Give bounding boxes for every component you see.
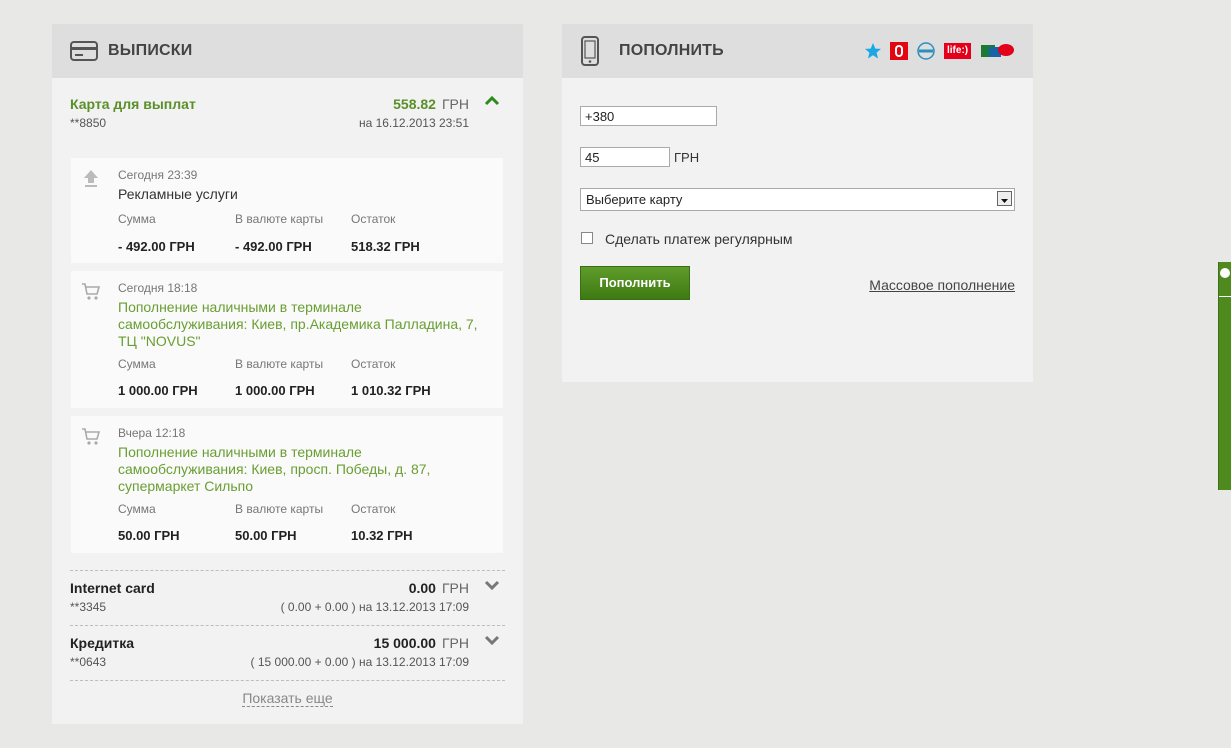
- side-feedback-tab[interactable]: [1218, 262, 1231, 490]
- statements-title: ВЫПИСКИ: [108, 42, 193, 59]
- card-number: **3345: [70, 600, 107, 614]
- balance-label: Остаток: [351, 212, 396, 226]
- mts-logo: [890, 42, 908, 60]
- topup-title: ПОПОЛНИТЬ: [619, 42, 724, 59]
- regular-payment-checkbox[interactable]: [581, 232, 593, 244]
- card-currency-label: В валюте карты: [235, 212, 324, 226]
- card-select-value: Выберите карту: [586, 192, 683, 207]
- side-tab-divider: [1219, 296, 1231, 297]
- card-currency-value: - 492.00 ГРН: [235, 239, 312, 254]
- transaction-time: Вчера 12:18: [118, 426, 186, 440]
- transaction-time: Сегодня 23:39: [118, 168, 198, 182]
- statements-panel: ВЫПИСКИ Карта для выплат **8850 558.82 ГР…: [52, 24, 523, 724]
- transaction-time: Сегодня 18:18: [118, 281, 198, 295]
- balance-value: 1 010.32 ГРН: [351, 383, 431, 398]
- close-icon[interactable]: [1220, 268, 1230, 278]
- transaction-description[interactable]: Пополнение наличными в терминале самообс…: [118, 299, 493, 350]
- show-more: Показать еще: [52, 690, 523, 707]
- chevron-up-icon[interactable]: [483, 92, 501, 110]
- divider: [70, 680, 505, 681]
- statements-header: ВЫПИСКИ: [52, 24, 523, 78]
- chevron-down-icon[interactable]: [483, 576, 501, 594]
- amount-input[interactable]: [580, 147, 670, 167]
- card-select[interactable]: Выберите карту: [580, 188, 1015, 211]
- dropdown-arrow-icon[interactable]: [997, 191, 1012, 206]
- chevron-down-icon[interactable]: [483, 631, 501, 649]
- sum-value: - 492.00 ГРН: [118, 239, 195, 254]
- card-currency-label: В валюте карты: [235, 502, 324, 516]
- amount-currency: ГРН: [674, 150, 700, 165]
- transaction-description[interactable]: Пополнение наличными в терминале самообс…: [118, 444, 493, 495]
- regular-payment-label: Сделать платеж регулярным: [605, 231, 793, 247]
- card-balance: 558.82 ГРН: [393, 96, 469, 112]
- card-currency-label: В валюте карты: [235, 357, 324, 371]
- upload-icon: [81, 168, 101, 188]
- transaction-item: Вчера 12:18 Пополнение наличными в терми…: [71, 416, 503, 553]
- card-number: **0643: [70, 655, 107, 669]
- balance-label: Остаток: [351, 357, 396, 371]
- sum-label: Сумма: [118, 212, 156, 226]
- topup-header: ПОПОЛНИТЬ life:): [562, 24, 1033, 78]
- card-number: **8850: [70, 116, 107, 130]
- sum-value: 50.00 ГРН: [118, 528, 180, 543]
- card-name[interactable]: Internet card: [70, 580, 155, 596]
- sum-label: Сумма: [118, 502, 156, 516]
- card-currency-value: 50.00 ГРН: [235, 528, 297, 543]
- operator-logos: life:): [864, 42, 1015, 60]
- card-row-credit[interactable]: Кредитка **0643 15 000.00 ГРН ( 15 000.00…: [52, 617, 523, 672]
- card-name[interactable]: Карта для выплат: [70, 96, 196, 112]
- cart-icon: [81, 426, 101, 446]
- card-date: ( 15 000.00 + 0.00 ) на 13.12.2013 17:09: [250, 655, 469, 669]
- life-logo: life:): [944, 43, 972, 59]
- card-balance: 15 000.00 ГРН: [373, 635, 469, 651]
- card-currency-value: 1 000.00 ГРН: [235, 383, 315, 398]
- card-date: на 16.12.2013 23:51: [358, 116, 469, 130]
- phone-input[interactable]: [580, 106, 717, 126]
- card-icon: [70, 41, 98, 61]
- transaction-description: Рекламные услуги: [118, 186, 238, 202]
- card-row-internet[interactable]: Internet card **3345 0.00 ГРН ( 0.00 + 0.…: [52, 562, 523, 617]
- show-more-link[interactable]: Показать еще: [242, 690, 333, 707]
- card-row-active[interactable]: Карта для выплат **8850 558.82 ГРН на 16.…: [52, 78, 523, 133]
- card-date: ( 0.00 + 0.00 ) на 13.12.2013 17:09: [280, 600, 469, 614]
- balance-value: 518.32 ГРН: [351, 239, 420, 254]
- sum-value: 1 000.00 ГРН: [118, 383, 198, 398]
- transaction-item: Сегодня 23:39 Рекламные услуги Сумма В в…: [71, 158, 503, 263]
- beeline-logo: [981, 42, 1015, 60]
- kyivstar-logo: [864, 42, 882, 60]
- topup-button[interactable]: Пополнить: [580, 266, 690, 300]
- topup-panel: ПОПОЛНИТЬ life:) ГРН Выберите карту Сдел…: [562, 24, 1033, 382]
- transaction-item: Сегодня 18:18 Пополнение наличными в тер…: [71, 271, 503, 408]
- card-name[interactable]: Кредитка: [70, 635, 134, 651]
- balance-label: Остаток: [351, 502, 396, 516]
- cart-icon: [81, 281, 101, 301]
- phone-icon: [580, 36, 600, 66]
- mass-topup-link[interactable]: Массовое пополнение: [869, 277, 1015, 293]
- utel-logo: [916, 42, 936, 60]
- sum-label: Сумма: [118, 357, 156, 371]
- card-balance: 0.00 ГРН: [408, 580, 469, 596]
- balance-value: 10.32 ГРН: [351, 528, 413, 543]
